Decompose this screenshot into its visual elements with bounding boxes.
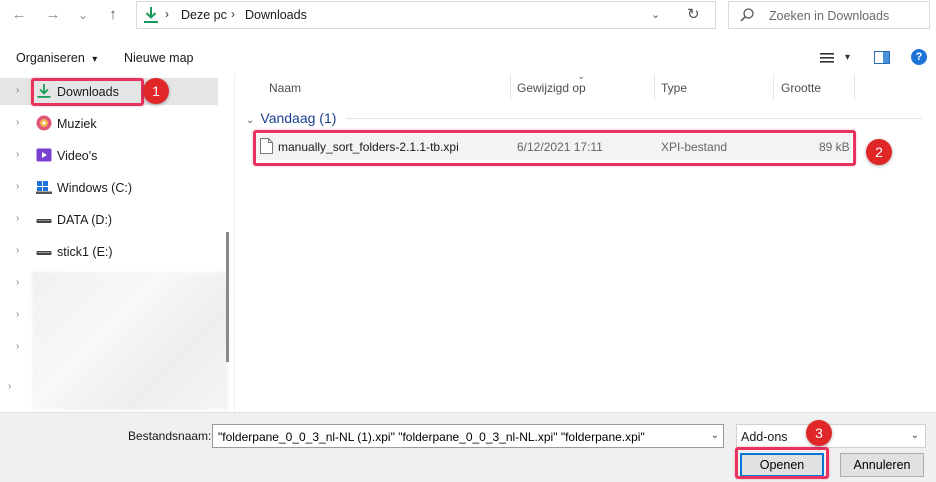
filename-label: Bestandsnaam: — [128, 429, 212, 443]
search-box[interactable]: Zoeken in Downloads — [728, 1, 930, 29]
annotation-highlight-file — [253, 130, 856, 166]
refresh-icon[interactable]: ↻ — [687, 5, 700, 23]
sidebar-item-label: Muziek — [57, 117, 97, 131]
pane-divider[interactable] — [234, 74, 235, 412]
file-type-filter-value: Add-ons — [741, 430, 788, 444]
group-divider — [346, 118, 922, 119]
sidebar-item-videos[interactable]: › Video's — [0, 142, 218, 169]
organize-button[interactable]: Organiseren ▾ — [16, 51, 97, 65]
group-label: Vandaag (1) — [260, 110, 337, 126]
expand-icon[interactable]: › — [16, 341, 19, 352]
column-header-type[interactable]: Type — [661, 81, 687, 95]
video-icon — [36, 148, 52, 162]
view-caret-icon[interactable]: ▾ — [845, 52, 850, 63]
expand-icon[interactable]: › — [16, 277, 19, 288]
expand-icon[interactable]: › — [16, 245, 19, 256]
blurred-region — [32, 272, 228, 410]
group-header[interactable]: ⌄ Vandaag (1) — [246, 110, 336, 126]
column-header-row: Naam ⌄ Gewijzigd op Type Grootte — [235, 71, 936, 100]
address-bar[interactable]: › Deze pc › Downloads ⌄ ↻ — [136, 1, 716, 29]
column-divider[interactable] — [654, 74, 655, 100]
new-folder-button[interactable]: Nieuwe map — [124, 51, 193, 65]
download-icon — [144, 7, 158, 23]
caret-down-icon: ▾ — [92, 54, 98, 65]
sidebar-item-label: Windows (C:) — [57, 181, 133, 195]
sidebar-item-label: stick1 (E:) — [57, 245, 113, 259]
usb-drive-icon — [36, 251, 52, 255]
sidebar-item-usb-drive[interactable]: › stick1 (E:) — [0, 238, 218, 265]
column-divider[interactable] — [510, 74, 511, 100]
annotation-marker-1: 1 — [143, 78, 169, 104]
column-divider[interactable] — [854, 74, 855, 100]
annotation-highlight-downloads — [31, 78, 144, 106]
help-icon[interactable]: ? — [911, 49, 927, 65]
expand-icon[interactable]: › — [16, 181, 19, 192]
column-header-size[interactable]: Grootte — [781, 81, 821, 95]
drive-icon — [36, 219, 52, 223]
breadcrumb-separator: › — [165, 7, 169, 21]
sidebar-item-data-drive[interactable]: › DATA (D:) — [0, 206, 218, 233]
sidebar-item-label: Video's — [57, 149, 98, 163]
view-options-icon[interactable] — [820, 53, 834, 63]
chevron-down-icon[interactable]: ⌄ — [911, 430, 919, 441]
annotation-highlight-open — [735, 447, 829, 479]
cancel-button[interactable]: Annuleren — [840, 453, 924, 477]
music-icon — [36, 115, 52, 131]
breadcrumb-downloads[interactable]: Downloads — [245, 8, 307, 22]
search-icon — [740, 8, 754, 22]
organize-label: Organiseren — [16, 51, 85, 65]
annotation-marker-3: 3 — [806, 420, 832, 446]
breadcrumb-separator[interactable]: › — [231, 7, 235, 21]
sidebar-item-windows-drive[interactable]: › Windows (C:) — [0, 174, 218, 201]
chevron-down-icon[interactable]: ⌄ — [651, 8, 660, 21]
up-icon[interactable]: ↑ — [102, 4, 124, 26]
column-header-name[interactable]: Naam — [269, 81, 301, 95]
chevron-down-icon[interactable]: ⌄ — [711, 430, 719, 441]
windows-drive-icon — [36, 181, 52, 194]
annotation-marker-2: 2 — [866, 139, 892, 165]
recent-locations-icon[interactable]: ⌄ — [72, 4, 94, 26]
sidebar-item-music[interactable]: › Muziek — [0, 110, 218, 137]
breadcrumb-this-pc[interactable]: Deze pc — [181, 8, 227, 22]
column-divider[interactable] — [773, 74, 774, 100]
filename-value: "folderpane_0_0_3_nl-NL (1).xpi" "folder… — [218, 430, 645, 444]
sidebar-scrollbar[interactable] — [226, 232, 229, 362]
filename-input[interactable]: "folderpane_0_0_3_nl-NL (1).xpi" "folder… — [212, 424, 724, 448]
forward-icon[interactable]: → — [42, 4, 64, 26]
search-placeholder: Zoeken in Downloads — [769, 9, 890, 23]
expand-icon[interactable]: › — [16, 85, 19, 96]
chevron-down-icon[interactable]: ⌄ — [246, 115, 254, 126]
navigation-pane: › Downloads › Muziek › Video's › Windows… — [0, 74, 230, 412]
expand-icon[interactable]: › — [8, 381, 11, 392]
navigation-bar: ← → ⌄ ↑ › Deze pc › Downloads ⌄ ↻ Zoeken… — [0, 0, 936, 32]
expand-icon[interactable]: › — [16, 117, 19, 128]
expand-icon[interactable]: › — [16, 213, 19, 224]
sidebar-item-label: DATA (D:) — [57, 213, 113, 227]
preview-pane-icon[interactable] — [874, 51, 890, 64]
expand-icon[interactable]: › — [16, 309, 19, 320]
command-bar: Organiseren ▾ Nieuwe map ▾ ? — [0, 42, 936, 72]
column-header-modified[interactable]: Gewijzigd op — [517, 81, 586, 95]
back-icon[interactable]: ← — [8, 4, 30, 26]
expand-icon[interactable]: › — [16, 149, 19, 160]
